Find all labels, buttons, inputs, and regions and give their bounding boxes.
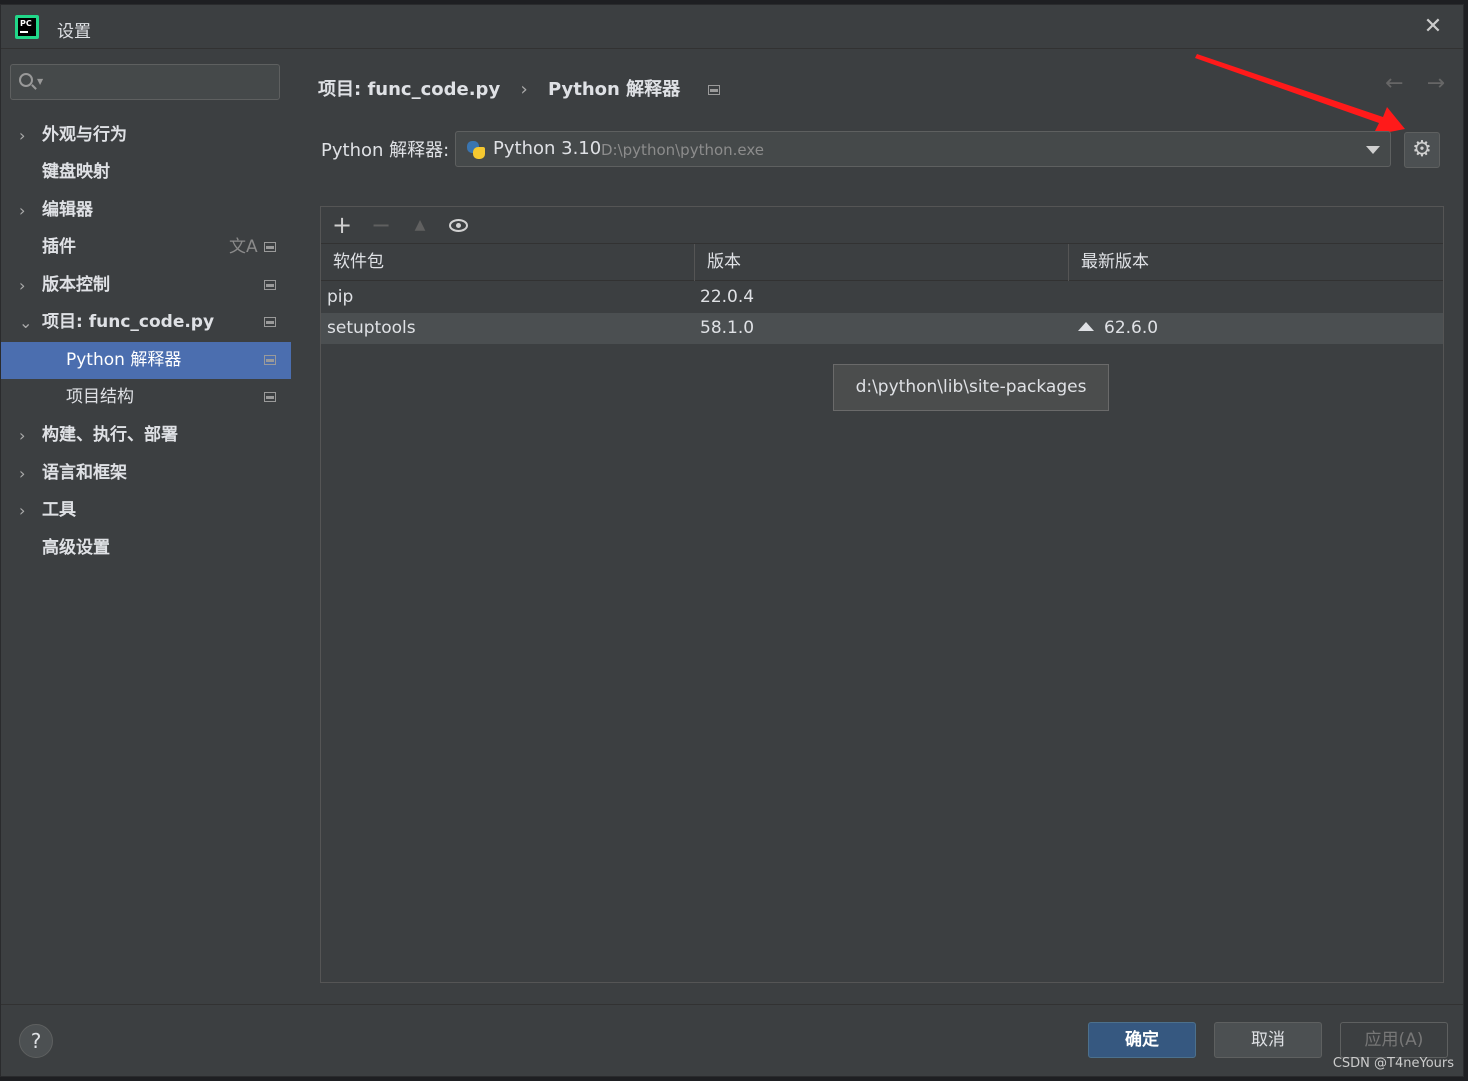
translate-icon: 文A (229, 237, 258, 257)
dialog-footer: ? 确定 取消 应用(A) (1, 1004, 1463, 1076)
packages-toolbar: + − ▲ (321, 207, 1443, 244)
breadcrumb: 项目: func_code.py › Python 解释器 (318, 75, 721, 101)
settings-search-input[interactable]: ▼ (10, 64, 280, 100)
interpreter-settings-button[interactable]: ⚙ (1404, 132, 1440, 168)
table-row[interactable]: pip 22.0.4 (321, 282, 1443, 313)
sidebar-item-project-structure[interactable]: 项目结构 (1, 379, 291, 416)
upgrade-available-icon (1078, 322, 1094, 331)
project-scope-icon (264, 392, 276, 402)
sidebar-item-label: Python 解释器 (66, 350, 182, 370)
search-dropdown-icon[interactable]: ▼ (37, 77, 43, 86)
chevron-right-icon[interactable]: › (19, 117, 33, 154)
dialog-title: 设置 (57, 22, 91, 42)
settings-content: 项目: func_code.py › Python 解释器 ← → Python… (291, 49, 1463, 1004)
project-scope-icon (264, 355, 276, 365)
column-header-package[interactable]: 软件包 (321, 244, 695, 281)
sidebar-item-label: 键盘映射 (42, 162, 110, 182)
column-header-latest[interactable]: 最新版本 (1069, 244, 1445, 281)
python-logo-icon (466, 140, 486, 160)
eye-icon (449, 219, 468, 232)
pycharm-logo-icon: PC (15, 15, 39, 39)
chevron-right-icon[interactable]: › (19, 492, 33, 529)
sidebar-item-label: 外观与行为 (42, 125, 127, 145)
watermark: CSDN @T4neYours (1332, 1056, 1454, 1071)
sidebar-item-version-control[interactable]: › 版本控制 (1, 267, 291, 304)
breadcrumb-separator-icon: › (520, 79, 528, 100)
sidebar-item-label: 工具 (42, 500, 76, 520)
table-row[interactable]: setuptools 58.1.0 62.6.0 (321, 313, 1443, 344)
sidebar-item-advanced[interactable]: 高级设置 (1, 530, 291, 567)
chevron-right-icon[interactable]: › (19, 455, 33, 492)
package-latest-cell: 62.6.0 (1078, 313, 1158, 344)
packages-table-header: 软件包 版本 最新版本 (321, 244, 1443, 281)
project-scope-icon (264, 242, 276, 252)
chevron-down-icon[interactable]: ⌄ (19, 304, 33, 341)
upgrade-package-button[interactable]: ▲ (407, 212, 433, 238)
sidebar-item-build-execution[interactable]: › 构建、执行、部署 (1, 417, 291, 454)
breadcrumb-page: Python 解释器 (547, 79, 681, 100)
apply-button[interactable]: 应用(A) (1340, 1022, 1448, 1058)
show-early-releases-button[interactable] (445, 212, 471, 238)
chevron-right-icon[interactable]: › (19, 267, 33, 304)
cancel-button[interactable]: 取消 (1214, 1022, 1322, 1058)
package-name: pip (327, 287, 354, 307)
chevron-right-icon[interactable]: › (19, 192, 33, 229)
sidebar-item-label: 项目: func_code.py (42, 312, 215, 332)
interpreter-select[interactable]: Python 3.10 D:\python\python.exe (455, 131, 1391, 167)
package-latest: 62.6.0 (1104, 318, 1159, 338)
sidebar-item-python-interpreter[interactable]: Python 解释器 (1, 342, 291, 379)
help-button[interactable]: ? (19, 1024, 53, 1058)
gear-icon: ⚙ (1412, 137, 1432, 162)
sidebar-item-editor[interactable]: › 编辑器 (1, 192, 291, 229)
settings-dialog: PC 设置 ✕ ▼ › 外观与行为 键盘映射 › 编辑器 插件 文A › 版本控… (0, 4, 1464, 1077)
sidebar-item-project[interactable]: ⌄ 项目: func_code.py (1, 304, 291, 341)
project-scope-icon (264, 317, 276, 327)
path-tooltip: d:\python\lib\site-packages (833, 364, 1109, 411)
package-version: 22.0.4 (700, 287, 755, 307)
package-version: 58.1.0 (700, 318, 755, 338)
sidebar-item-languages[interactable]: › 语言和框架 (1, 455, 291, 492)
sidebar-item-label: 语言和框架 (42, 463, 127, 483)
project-scope-icon (708, 85, 721, 95)
interpreter-path: D:\python\python.exe (601, 141, 765, 159)
interpreter-name: Python 3.10 (493, 138, 602, 159)
title-bar: PC 设置 ✕ (1, 5, 1463, 49)
sidebar-item-tools[interactable]: › 工具 (1, 492, 291, 529)
breadcrumb-project[interactable]: 项目: func_code.py (318, 79, 500, 100)
sidebar-item-appearance[interactable]: › 外观与行为 (1, 117, 291, 154)
column-header-version[interactable]: 版本 (695, 244, 1069, 281)
add-package-button[interactable]: + (329, 212, 355, 238)
sidebar-item-label: 高级设置 (42, 538, 110, 558)
sidebar-item-label: 构建、执行、部署 (42, 425, 178, 445)
sidebar-item-label: 项目结构 (66, 387, 134, 407)
ok-button[interactable]: 确定 (1088, 1022, 1196, 1058)
remove-package-button[interactable]: − (368, 212, 394, 238)
search-icon (19, 73, 33, 87)
sidebar-item-label: 编辑器 (42, 200, 93, 220)
sidebar-item-plugins[interactable]: 插件 文A (1, 229, 291, 266)
close-button[interactable]: ✕ (1421, 15, 1445, 39)
chevron-right-icon[interactable]: › (19, 417, 33, 454)
project-scope-icon (264, 280, 276, 290)
annotation-arrow-icon (1195, 54, 1405, 135)
settings-sidebar: ▼ › 外观与行为 键盘映射 › 编辑器 插件 文A › 版本控制 ⌄ 项目: … (1, 49, 291, 1004)
chevron-down-icon[interactable] (1366, 146, 1380, 154)
package-name: setuptools (327, 318, 416, 338)
sidebar-item-label: 插件 (42, 237, 76, 257)
interpreter-label: Python 解释器: (321, 140, 450, 161)
sidebar-item-label: 版本控制 (42, 275, 110, 295)
sidebar-item-keymap[interactable]: 键盘映射 (1, 154, 291, 191)
packages-panel: + − ▲ 软件包 版本 最新版本 pip 22.0.4 setuptools … (320, 206, 1444, 983)
